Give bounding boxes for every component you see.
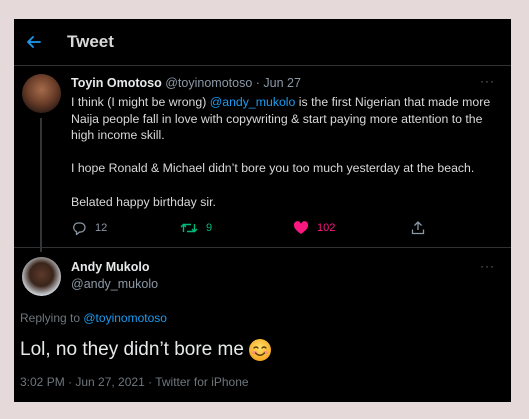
replying-to-label: Replying to (20, 311, 84, 325)
tweet-paragraph-2: I hope Ronald & Michael didn’t bore you … (71, 161, 475, 175)
retweet-count: 9 (206, 222, 213, 234)
reply-author-name[interactable]: Andy Mukolo (71, 260, 149, 274)
thread-line (40, 118, 42, 252)
header: Tweet (14, 19, 511, 66)
more-icon[interactable]: ··· (480, 259, 496, 273)
retweet-button[interactable]: 9 (180, 220, 212, 236)
more-icon[interactable]: ··· (480, 74, 496, 88)
reply-timestamp[interactable]: 3:02 PM · Jun 27, 2021 · Twitter for iPh… (20, 375, 249, 389)
mention-link[interactable]: @andy_mukolo (210, 95, 296, 109)
reply-icon (73, 222, 86, 236)
avatar[interactable] (22, 74, 61, 113)
replying-to: Replying to @toyinomotoso (20, 311, 167, 325)
like-button[interactable]: 102 (293, 220, 335, 236)
reply-body: Lol, no they didn’t bore me (20, 338, 272, 362)
tweet-window: Tweet Toyin Omotoso @toyinomotoso · Jun … (14, 19, 511, 402)
share-button[interactable] (410, 220, 426, 236)
replying-to-handle[interactable]: @toyinomotoso (83, 311, 167, 325)
reply-text: Lol, no they didn’t bore me (20, 339, 244, 360)
tweet-body: I think (I might be wrong) @andy_mukolo … (71, 94, 501, 144)
arrow-left-icon[interactable] (24, 32, 44, 52)
reply-author-handle[interactable]: @andy_mukolo (71, 277, 158, 291)
heart-icon (293, 221, 309, 234)
reply-button[interactable]: 12 (71, 220, 107, 236)
separator: · (252, 76, 264, 90)
tweet-date[interactable]: Jun 27 (263, 76, 301, 90)
divider (14, 247, 511, 248)
retweet-icon (180, 223, 198, 233)
tweet-author: Toyin Omotoso @toyinomotoso · Jun 27 (71, 76, 301, 90)
avatar[interactable] (22, 257, 61, 296)
tweet-text-part1: I think (I might be wrong) (71, 95, 210, 109)
share-icon (411, 221, 425, 235)
reply-count: 12 (95, 222, 108, 234)
author-name[interactable]: Toyin Omotoso (71, 76, 162, 90)
tweet-paragraph-3: Belated happy birthday sir. (71, 195, 216, 209)
author-handle[interactable]: @toyinomotoso (165, 76, 252, 90)
like-count: 102 (317, 222, 336, 234)
page-title: Tweet (67, 32, 114, 51)
smiling-face-emoji-icon (248, 339, 271, 361)
